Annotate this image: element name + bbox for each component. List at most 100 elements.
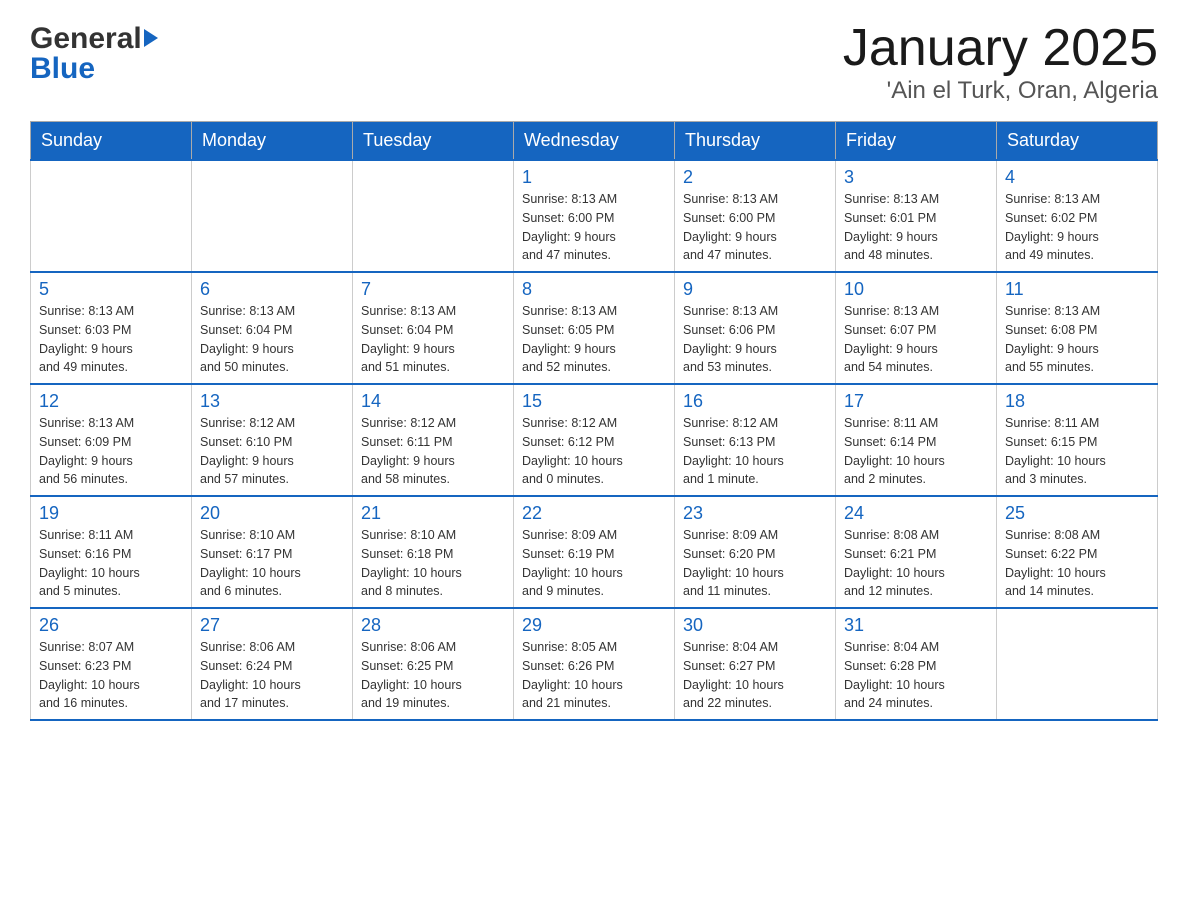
day-info: Sunrise: 8:11 AMSunset: 6:15 PMDaylight:…	[1005, 414, 1149, 489]
day-number: 12	[39, 391, 183, 412]
day-cell-10: 10Sunrise: 8:13 AMSunset: 6:07 PMDayligh…	[836, 272, 997, 384]
day-cell-20: 20Sunrise: 8:10 AMSunset: 6:17 PMDayligh…	[192, 496, 353, 608]
weekday-header-wednesday: Wednesday	[514, 122, 675, 161]
day-cell-18: 18Sunrise: 8:11 AMSunset: 6:15 PMDayligh…	[997, 384, 1158, 496]
day-cell-17: 17Sunrise: 8:11 AMSunset: 6:14 PMDayligh…	[836, 384, 997, 496]
weekday-header-thursday: Thursday	[675, 122, 836, 161]
day-cell-28: 28Sunrise: 8:06 AMSunset: 6:25 PMDayligh…	[353, 608, 514, 720]
day-cell-7: 7Sunrise: 8:13 AMSunset: 6:04 PMDaylight…	[353, 272, 514, 384]
day-info: Sunrise: 8:08 AMSunset: 6:22 PMDaylight:…	[1005, 526, 1149, 601]
day-number: 1	[522, 167, 666, 188]
day-cell-30: 30Sunrise: 8:04 AMSunset: 6:27 PMDayligh…	[675, 608, 836, 720]
day-info: Sunrise: 8:07 AMSunset: 6:23 PMDaylight:…	[39, 638, 183, 713]
day-number: 31	[844, 615, 988, 636]
day-info: Sunrise: 8:13 AMSunset: 6:01 PMDaylight:…	[844, 190, 988, 265]
day-info: Sunrise: 8:06 AMSunset: 6:25 PMDaylight:…	[361, 638, 505, 713]
day-number: 14	[361, 391, 505, 412]
day-cell-16: 16Sunrise: 8:12 AMSunset: 6:13 PMDayligh…	[675, 384, 836, 496]
day-info: Sunrise: 8:13 AMSunset: 6:04 PMDaylight:…	[200, 302, 344, 377]
day-number: 17	[844, 391, 988, 412]
day-info: Sunrise: 8:12 AMSunset: 6:11 PMDaylight:…	[361, 414, 505, 489]
empty-cell	[353, 160, 514, 272]
logo: General Blue	[30, 20, 158, 84]
day-cell-26: 26Sunrise: 8:07 AMSunset: 6:23 PMDayligh…	[31, 608, 192, 720]
logo-arrow-icon	[144, 29, 158, 47]
weekday-header-row: SundayMondayTuesdayWednesdayThursdayFrid…	[31, 122, 1158, 161]
day-number: 5	[39, 279, 183, 300]
empty-cell	[997, 608, 1158, 720]
day-number: 13	[200, 391, 344, 412]
week-row-1: 1Sunrise: 8:13 AMSunset: 6:00 PMDaylight…	[31, 160, 1158, 272]
day-info: Sunrise: 8:13 AMSunset: 6:04 PMDaylight:…	[361, 302, 505, 377]
day-cell-19: 19Sunrise: 8:11 AMSunset: 6:16 PMDayligh…	[31, 496, 192, 608]
day-number: 27	[200, 615, 344, 636]
day-cell-23: 23Sunrise: 8:09 AMSunset: 6:20 PMDayligh…	[675, 496, 836, 608]
day-number: 9	[683, 279, 827, 300]
empty-cell	[31, 160, 192, 272]
empty-cell	[192, 160, 353, 272]
day-number: 15	[522, 391, 666, 412]
day-number: 23	[683, 503, 827, 524]
day-info: Sunrise: 8:11 AMSunset: 6:16 PMDaylight:…	[39, 526, 183, 601]
page-header: General Blue January 2025 'Ain el Turk, …	[30, 20, 1158, 105]
day-number: 10	[844, 279, 988, 300]
day-cell-11: 11Sunrise: 8:13 AMSunset: 6:08 PMDayligh…	[997, 272, 1158, 384]
day-info: Sunrise: 8:11 AMSunset: 6:14 PMDaylight:…	[844, 414, 988, 489]
day-number: 25	[1005, 503, 1149, 524]
day-number: 28	[361, 615, 505, 636]
day-info: Sunrise: 8:13 AMSunset: 6:02 PMDaylight:…	[1005, 190, 1149, 265]
week-row-4: 19Sunrise: 8:11 AMSunset: 6:16 PMDayligh…	[31, 496, 1158, 608]
day-info: Sunrise: 8:10 AMSunset: 6:17 PMDaylight:…	[200, 526, 344, 601]
day-number: 7	[361, 279, 505, 300]
day-info: Sunrise: 8:05 AMSunset: 6:26 PMDaylight:…	[522, 638, 666, 713]
day-info: Sunrise: 8:09 AMSunset: 6:19 PMDaylight:…	[522, 526, 666, 601]
day-info: Sunrise: 8:13 AMSunset: 6:00 PMDaylight:…	[683, 190, 827, 265]
day-cell-6: 6Sunrise: 8:13 AMSunset: 6:04 PMDaylight…	[192, 272, 353, 384]
weekday-header-monday: Monday	[192, 122, 353, 161]
day-info: Sunrise: 8:09 AMSunset: 6:20 PMDaylight:…	[683, 526, 827, 601]
day-number: 6	[200, 279, 344, 300]
day-info: Sunrise: 8:13 AMSunset: 6:09 PMDaylight:…	[39, 414, 183, 489]
day-number: 24	[844, 503, 988, 524]
day-cell-9: 9Sunrise: 8:13 AMSunset: 6:06 PMDaylight…	[675, 272, 836, 384]
day-number: 26	[39, 615, 183, 636]
day-info: Sunrise: 8:12 AMSunset: 6:13 PMDaylight:…	[683, 414, 827, 489]
day-info: Sunrise: 8:13 AMSunset: 6:08 PMDaylight:…	[1005, 302, 1149, 377]
day-info: Sunrise: 8:13 AMSunset: 6:06 PMDaylight:…	[683, 302, 827, 377]
day-info: Sunrise: 8:13 AMSunset: 6:00 PMDaylight:…	[522, 190, 666, 265]
day-cell-25: 25Sunrise: 8:08 AMSunset: 6:22 PMDayligh…	[997, 496, 1158, 608]
day-cell-3: 3Sunrise: 8:13 AMSunset: 6:01 PMDaylight…	[836, 160, 997, 272]
day-number: 21	[361, 503, 505, 524]
day-cell-14: 14Sunrise: 8:12 AMSunset: 6:11 PMDayligh…	[353, 384, 514, 496]
day-cell-22: 22Sunrise: 8:09 AMSunset: 6:19 PMDayligh…	[514, 496, 675, 608]
day-info: Sunrise: 8:13 AMSunset: 6:03 PMDaylight:…	[39, 302, 183, 377]
day-number: 29	[522, 615, 666, 636]
logo-blue: Blue	[30, 54, 158, 84]
day-cell-8: 8Sunrise: 8:13 AMSunset: 6:05 PMDaylight…	[514, 272, 675, 384]
day-number: 11	[1005, 279, 1149, 300]
day-info: Sunrise: 8:13 AMSunset: 6:05 PMDaylight:…	[522, 302, 666, 377]
day-info: Sunrise: 8:13 AMSunset: 6:07 PMDaylight:…	[844, 302, 988, 377]
day-cell-24: 24Sunrise: 8:08 AMSunset: 6:21 PMDayligh…	[836, 496, 997, 608]
page-subtitle: 'Ain el Turk, Oran, Algeria	[843, 77, 1158, 105]
day-cell-29: 29Sunrise: 8:05 AMSunset: 6:26 PMDayligh…	[514, 608, 675, 720]
day-info: Sunrise: 8:06 AMSunset: 6:24 PMDaylight:…	[200, 638, 344, 713]
day-number: 20	[200, 503, 344, 524]
day-number: 3	[844, 167, 988, 188]
week-row-2: 5Sunrise: 8:13 AMSunset: 6:03 PMDaylight…	[31, 272, 1158, 384]
day-info: Sunrise: 8:12 AMSunset: 6:12 PMDaylight:…	[522, 414, 666, 489]
day-cell-21: 21Sunrise: 8:10 AMSunset: 6:18 PMDayligh…	[353, 496, 514, 608]
weekday-header-friday: Friday	[836, 122, 997, 161]
day-info: Sunrise: 8:08 AMSunset: 6:21 PMDaylight:…	[844, 526, 988, 601]
day-cell-12: 12Sunrise: 8:13 AMSunset: 6:09 PMDayligh…	[31, 384, 192, 496]
logo-general: General	[30, 24, 158, 54]
day-number: 18	[1005, 391, 1149, 412]
day-cell-2: 2Sunrise: 8:13 AMSunset: 6:00 PMDaylight…	[675, 160, 836, 272]
day-cell-1: 1Sunrise: 8:13 AMSunset: 6:00 PMDaylight…	[514, 160, 675, 272]
calendar-table: SundayMondayTuesdayWednesdayThursdayFrid…	[30, 121, 1158, 721]
day-info: Sunrise: 8:04 AMSunset: 6:27 PMDaylight:…	[683, 638, 827, 713]
week-row-5: 26Sunrise: 8:07 AMSunset: 6:23 PMDayligh…	[31, 608, 1158, 720]
weekday-header-tuesday: Tuesday	[353, 122, 514, 161]
day-number: 2	[683, 167, 827, 188]
day-info: Sunrise: 8:04 AMSunset: 6:28 PMDaylight:…	[844, 638, 988, 713]
